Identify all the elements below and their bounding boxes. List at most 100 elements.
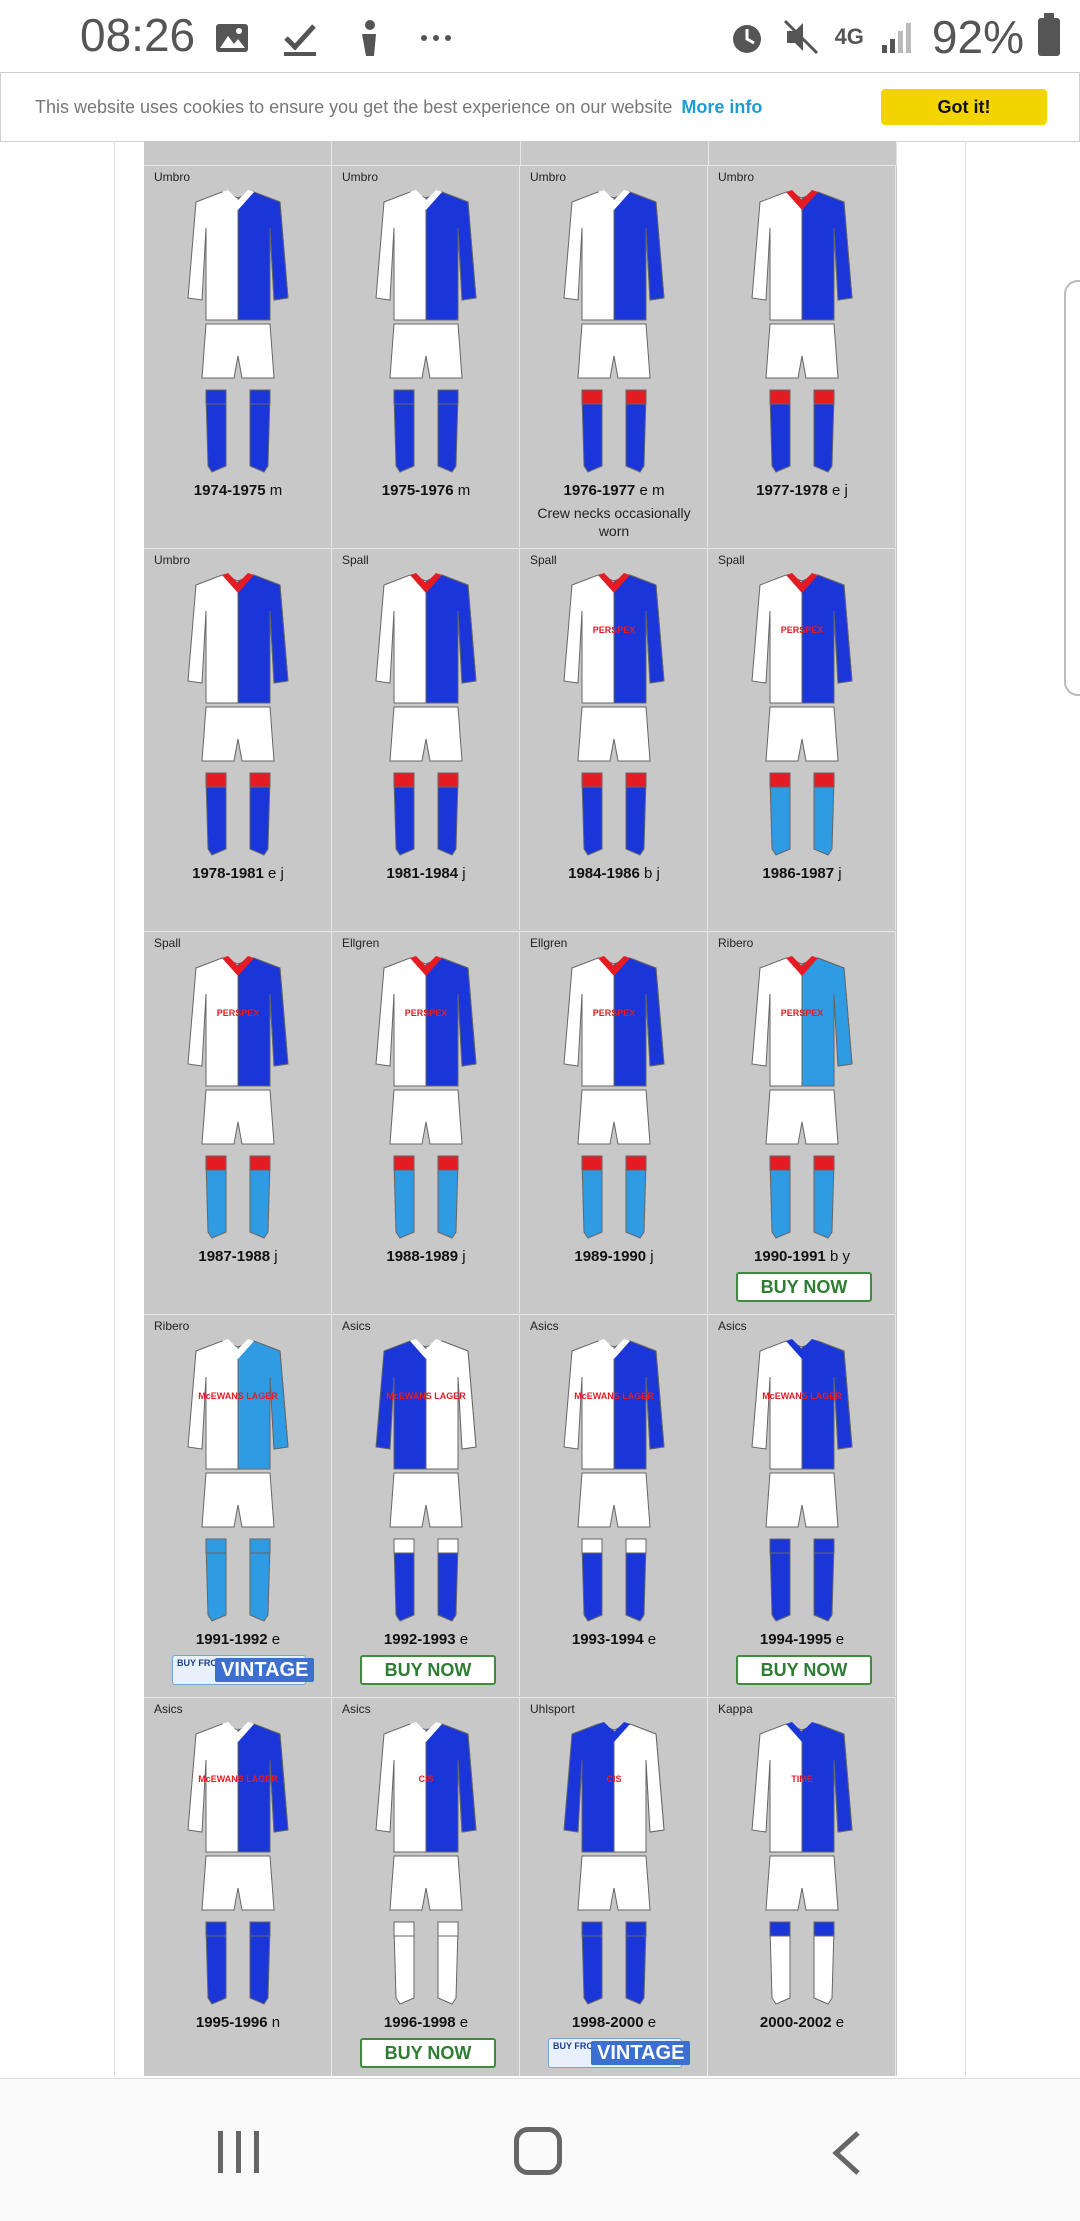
kit-codes: e bbox=[647, 1631, 657, 1648]
kit-years: 1998-2000 bbox=[571, 2014, 644, 2031]
svg-text:PERSPEX: PERSPEX bbox=[593, 1008, 636, 1018]
kit-socks-icon bbox=[205, 389, 271, 473]
kit-shirt-shorts-icon bbox=[187, 573, 289, 762]
kit-codes: j bbox=[462, 865, 466, 882]
kit-years: 1984-1986 bbox=[568, 865, 640, 882]
kit-years: 1977-1978 bbox=[756, 482, 828, 499]
kit-socks-icon bbox=[393, 389, 459, 473]
kit-socks-icon bbox=[581, 389, 647, 473]
svg-text:PERSPEX: PERSPEX bbox=[781, 625, 824, 635]
kit-codes: e j bbox=[268, 865, 284, 882]
kit-socks-icon bbox=[769, 1155, 835, 1239]
kit-socks-icon bbox=[769, 389, 835, 473]
kit-season: 1988-1989 j bbox=[332, 1248, 520, 1265]
kit-years: 1978-1981 bbox=[192, 865, 264, 882]
kit-socks-icon bbox=[769, 1921, 835, 2005]
kit-shirt-shorts-icon: PERSPEX bbox=[751, 573, 853, 762]
kit-brand: Ribero bbox=[718, 936, 754, 950]
kit-shirt-shorts-icon bbox=[563, 190, 665, 379]
more-info-link[interactable]: More info bbox=[681, 97, 762, 117]
kit-codes: e bbox=[647, 2014, 657, 2031]
kit-season: 1998-2000 e bbox=[520, 2014, 708, 2031]
kit-cell: Ellgren PERSPEX 1988-1989 j bbox=[332, 931, 520, 1313]
kit-brand: Ribero bbox=[154, 1319, 190, 1333]
kit-codes: e bbox=[459, 1631, 469, 1648]
kit-shirt-shorts-icon: PERSPEX bbox=[563, 956, 665, 1145]
kit-brand: Spall bbox=[718, 553, 745, 567]
kit-cell: Umbro 1976-1977 e m Crew necks occasional… bbox=[520, 165, 708, 547]
buy-now-button[interactable]: BUY NOW bbox=[360, 2038, 496, 2068]
kit-brand: Kappa bbox=[718, 1702, 753, 1716]
kit-season: 1995-1996 n bbox=[144, 2014, 332, 2031]
buy-from-vintage-button[interactable]: BUY FROM VINTAGE bbox=[172, 1655, 315, 1685]
kit-season: 1990-1991 b y bbox=[708, 1248, 896, 1265]
kit-years: 1989-1990 bbox=[574, 1248, 647, 1265]
kit-socks-icon bbox=[205, 1538, 271, 1622]
recent-apps-icon[interactable] bbox=[214, 2129, 264, 2175]
svg-text:PERSPEX: PERSPEX bbox=[405, 1008, 448, 1018]
kit-codes: e bbox=[459, 2014, 469, 2031]
kit-shirt-shorts-icon: PERSPEX bbox=[563, 573, 665, 762]
kit-years: 1988-1989 bbox=[386, 1248, 459, 1265]
kit-years: 1987-1988 bbox=[198, 1248, 271, 1265]
kit-season: 1996-1998 e bbox=[332, 2014, 520, 2031]
kit-brand: Spall bbox=[530, 553, 557, 567]
kit-codes: m bbox=[457, 482, 471, 499]
page-border-right bbox=[965, 141, 966, 2076]
buy-now-button[interactable]: BUY NOW bbox=[736, 1272, 872, 1302]
kit-shirt-shorts-icon bbox=[187, 190, 289, 379]
kit-brand: Asics bbox=[342, 1319, 371, 1333]
kit-codes: j bbox=[274, 1248, 278, 1265]
kit-season: 1976-1977 e m bbox=[520, 482, 708, 499]
buy-now-button[interactable]: BUY NOW bbox=[360, 1655, 496, 1685]
kit-codes: j bbox=[650, 1248, 654, 1265]
kit-shirt-shorts-icon: PERSPEX bbox=[375, 956, 477, 1145]
kit-codes: n bbox=[271, 2014, 281, 2031]
kit-note: Crew necks occasionally worn bbox=[537, 505, 691, 539]
kit-cell: Spall PERSPEX 1987-1988 j bbox=[144, 931, 332, 1313]
scroll-handle[interactable] bbox=[1064, 280, 1080, 696]
kit-shirt-shorts-icon: CIS bbox=[375, 1722, 477, 1911]
home-icon[interactable] bbox=[514, 2127, 562, 2175]
back-icon[interactable] bbox=[826, 2129, 866, 2177]
kit-years: 2000-2002 bbox=[759, 2014, 832, 2031]
grid-top-row bbox=[144, 141, 897, 165]
kit-years: 1992-1993 bbox=[383, 1631, 456, 1648]
kit-years: 1990-1991 bbox=[754, 1248, 826, 1265]
kit-years: 1981-1984 bbox=[386, 865, 459, 882]
kit-socks-icon bbox=[581, 1921, 647, 2005]
kit-brand: Asics bbox=[718, 1319, 747, 1333]
kit-brand: Spall bbox=[342, 553, 369, 567]
vintage-big-label: VINTAGE bbox=[591, 2041, 691, 2065]
page-border-left bbox=[114, 141, 115, 2076]
svg-text:CIS: CIS bbox=[418, 1774, 433, 1784]
svg-text:McEWANS LAGER: McEWANS LAGER bbox=[762, 1391, 842, 1401]
kit-brand: Umbro bbox=[718, 170, 755, 184]
battery-icon bbox=[1038, 13, 1060, 56]
kit-season: 1986-1987 j bbox=[708, 865, 896, 882]
buy-now-button[interactable]: BUY NOW bbox=[736, 1655, 872, 1685]
kit-season: 1991-1992 e bbox=[144, 1631, 332, 1648]
kit-season: 1992-1993 e bbox=[332, 1631, 520, 1648]
kit-codes: e j bbox=[832, 482, 848, 499]
svg-text:TIME: TIME bbox=[791, 1774, 813, 1784]
kit-years: 1995-1996 bbox=[195, 2014, 268, 2031]
buy-from-vintage-button[interactable]: BUY FROM VINTAGE bbox=[548, 2038, 691, 2068]
vintage-big-label: VINTAGE bbox=[215, 1658, 315, 1682]
network-label: 4G bbox=[834, 24, 864, 49]
clock: 08:26 bbox=[80, 9, 196, 61]
kit-cell: Kappa TIME 2000-2002 e bbox=[708, 1697, 896, 2076]
kit-shirt-shorts-icon bbox=[751, 190, 853, 379]
check-icon bbox=[284, 24, 316, 56]
kit-brand: Umbro bbox=[530, 170, 567, 184]
kit-shirt-shorts-icon: McEWANS LAGER bbox=[563, 1339, 665, 1528]
kit-socks-icon bbox=[205, 772, 271, 856]
kit-cell: Umbro 1974-1975 m bbox=[144, 165, 332, 547]
got-it-button[interactable]: Got it! bbox=[881, 89, 1047, 125]
kit-grid: Umbro 1974-1975 m Umbro 1975-1976 m Umbro bbox=[144, 141, 897, 2076]
mute-icon bbox=[783, 19, 818, 55]
kit-cell: Spall 1981-1984 j bbox=[332, 548, 520, 930]
image-icon bbox=[216, 24, 248, 52]
kit-brand: Ellgren bbox=[342, 936, 380, 950]
svg-text:McEWANS LAGER: McEWANS LAGER bbox=[198, 1774, 278, 1784]
